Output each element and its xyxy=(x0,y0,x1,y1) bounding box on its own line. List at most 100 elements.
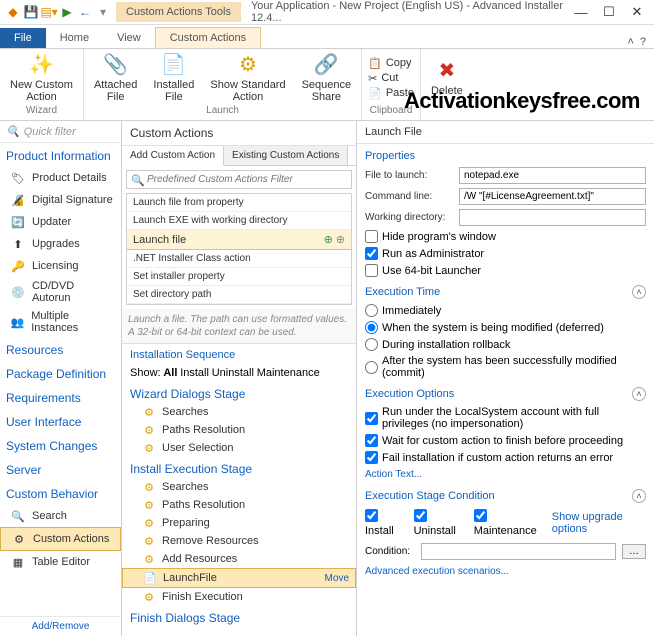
finish-dialogs-stage-header[interactable]: Finish Dialogs Stage xyxy=(122,606,356,627)
show-standard-action-button[interactable]: ⚙ Show Standard Action xyxy=(206,51,289,105)
tab-home[interactable]: Home xyxy=(46,28,103,48)
stage-paths-resolution-2[interactable]: ⚙Paths Resolution xyxy=(122,496,356,514)
nav-header-package-def[interactable]: Package Definition xyxy=(0,361,121,385)
nav-search[interactable]: 🔍Search xyxy=(0,505,121,527)
localsystem-checkbox[interactable] xyxy=(365,412,378,425)
subtab-add-custom-action[interactable]: Add Custom Action xyxy=(122,146,224,166)
section-stage-condition: Execution Stage Condition˄ xyxy=(357,483,654,506)
nav-product-details[interactable]: 🏷Product Details xyxy=(0,167,121,189)
attached-file-button[interactable]: 📎 Attached File xyxy=(90,51,141,105)
show-upgrade-options-link[interactable]: Show upgrade options xyxy=(552,511,646,535)
use-64bit-checkbox[interactable] xyxy=(365,264,378,277)
cond-maintenance-checkbox[interactable] xyxy=(474,509,487,522)
fail-on-error-checkbox[interactable] xyxy=(365,451,378,464)
action-launch-exe-working-dir[interactable]: Launch EXE with working directory xyxy=(127,212,351,230)
run-icon[interactable]: ▶ xyxy=(60,5,74,19)
working-dir-input[interactable] xyxy=(459,209,646,226)
wait-finish-checkbox[interactable] xyxy=(365,434,378,447)
collapse-icon[interactable]: ˄ xyxy=(632,489,646,503)
nav-upgrades[interactable]: ⬆Upgrades xyxy=(0,233,121,255)
radio-commit[interactable] xyxy=(365,361,378,374)
nav-header-resources[interactable]: Resources xyxy=(0,337,121,361)
nav-header-server[interactable]: Server xyxy=(0,457,121,481)
sequence-share-button[interactable]: 🔗 Sequence Share xyxy=(298,51,356,105)
minimize-button[interactable]: — xyxy=(568,2,594,22)
tab-custom-actions[interactable]: Custom Actions xyxy=(155,27,261,48)
nav-licensing[interactable]: 🔑Licensing xyxy=(0,255,121,277)
build-icon[interactable]: ▤▾ xyxy=(42,5,56,19)
radio-rollback[interactable] xyxy=(365,338,378,351)
nav-header-custom-behavior[interactable]: Custom Behavior xyxy=(0,481,121,505)
nav-footer-add-remove[interactable]: Add/Remove xyxy=(0,616,121,636)
nav-header-user-interface[interactable]: User Interface xyxy=(0,409,121,433)
stage-searches-2[interactable]: ⚙Searches xyxy=(122,478,356,496)
gear-star-icon: ⚙ xyxy=(236,53,260,77)
installed-file-button[interactable]: 📄 Installed File xyxy=(149,51,198,105)
ribbon-collapse-icon[interactable]: ˄ xyxy=(627,36,633,48)
action-dotnet-installer[interactable]: .NET Installer Class action xyxy=(127,250,351,268)
command-line-input[interactable] xyxy=(459,188,646,205)
action-launch-file-from-property[interactable]: Launch file from property xyxy=(127,194,351,212)
radio-deferred[interactable] xyxy=(365,321,378,334)
main-area: 🔍 Quick filter Product Information 🏷Prod… xyxy=(0,121,654,636)
nav-header-system-changes[interactable]: System Changes xyxy=(0,433,121,457)
tab-view[interactable]: View xyxy=(103,28,155,48)
advanced-scenarios-link[interactable]: Advanced execution scenarios... xyxy=(357,563,654,580)
collapse-icon[interactable]: ˄ xyxy=(632,387,646,401)
run-admin-checkbox[interactable] xyxy=(365,247,378,260)
hide-window-checkbox[interactable] xyxy=(365,230,378,243)
cond-install-checkbox[interactable] xyxy=(365,509,378,522)
stage-remove-resources[interactable]: ⚙Remove Resources xyxy=(122,532,356,550)
stage-preparing[interactable]: ⚙Preparing xyxy=(122,514,356,532)
nav-header-product-info[interactable]: Product Information xyxy=(0,143,121,167)
nav-multiple-instances[interactable]: 👥Multiple Instances xyxy=(0,307,121,337)
collapse-icon[interactable]: ˄ xyxy=(632,285,646,299)
qat-dropdown-icon[interactable]: ▾ xyxy=(96,5,110,19)
quick-filter[interactable]: 🔍 Quick filter xyxy=(0,121,121,143)
nav-digital-signature[interactable]: 🔏Digital Signature xyxy=(0,189,121,211)
filter-all[interactable]: All xyxy=(163,367,177,379)
action-launch-file[interactable]: Launch file ⊕ ⊕ xyxy=(127,230,351,250)
move-link[interactable]: Move xyxy=(325,573,349,584)
action-set-installer-property[interactable]: Set installer property xyxy=(127,268,351,286)
filter-install[interactable]: Install xyxy=(180,367,209,379)
help-icon[interactable]: ? xyxy=(640,36,646,48)
installed-file-icon: 📄 xyxy=(162,53,186,77)
cond-uninstall-checkbox[interactable] xyxy=(414,509,427,522)
action-text-link[interactable]: Action Text... xyxy=(357,466,654,483)
nav-table-editor[interactable]: ▦Table Editor xyxy=(0,551,121,573)
condition-browse-button[interactable]: … xyxy=(622,544,646,559)
save-icon[interactable]: 💾 xyxy=(24,5,38,19)
stage-launchfile[interactable]: 📄LaunchFileMove xyxy=(122,568,356,588)
wizard-dialogs-stage-header[interactable]: Wizard Dialogs Stage xyxy=(122,382,356,403)
add-action-icon[interactable]: ⊕ xyxy=(324,233,333,246)
new-custom-action-button[interactable]: ✨ New Custom Action xyxy=(6,51,77,105)
filter-maintenance[interactable]: Maintenance xyxy=(257,367,320,379)
close-button[interactable]: ✕ xyxy=(624,2,650,22)
predefined-filter-input[interactable] xyxy=(126,170,352,189)
stage-finish-execution[interactable]: ⚙Finish Execution xyxy=(122,588,356,606)
condition-input[interactable] xyxy=(421,543,616,560)
cut-button[interactable]: ✂ Cut xyxy=(368,72,414,85)
back-icon[interactable]: ← xyxy=(78,5,92,19)
install-execution-stage-header[interactable]: Install Execution Stage xyxy=(122,457,356,478)
nav-custom-actions[interactable]: ⚙Custom Actions xyxy=(0,527,121,551)
subtab-existing[interactable]: Existing Custom Actions xyxy=(224,146,348,165)
action-set-directory-path[interactable]: Set directory path xyxy=(127,286,351,304)
gear-icon: ⚙ xyxy=(142,498,156,512)
copy-button[interactable]: 📋 Copy xyxy=(368,57,414,70)
nav-header-requirements[interactable]: Requirements xyxy=(0,385,121,409)
file-to-launch-input[interactable] xyxy=(459,167,646,184)
stage-add-resources[interactable]: ⚙Add Resources xyxy=(122,550,356,568)
nav-cddvd-autorun[interactable]: 💿CD/DVD Autorun xyxy=(0,277,121,307)
stage-user-selection[interactable]: ⚙User Selection xyxy=(122,439,356,457)
add-action-alt-icon[interactable]: ⊕ xyxy=(336,233,345,246)
nav-updater[interactable]: 🔄Updater xyxy=(0,211,121,233)
stage-paths-resolution-1[interactable]: ⚙Paths Resolution xyxy=(122,421,356,439)
tab-file[interactable]: File xyxy=(0,28,46,48)
stage-searches-1[interactable]: ⚙Searches xyxy=(122,403,356,421)
filter-uninstall[interactable]: Uninstall xyxy=(212,367,254,379)
maximize-button[interactable]: ☐ xyxy=(596,2,622,22)
radio-immediately[interactable] xyxy=(365,304,378,317)
custom-actions-icon: ⚙ xyxy=(11,531,27,547)
